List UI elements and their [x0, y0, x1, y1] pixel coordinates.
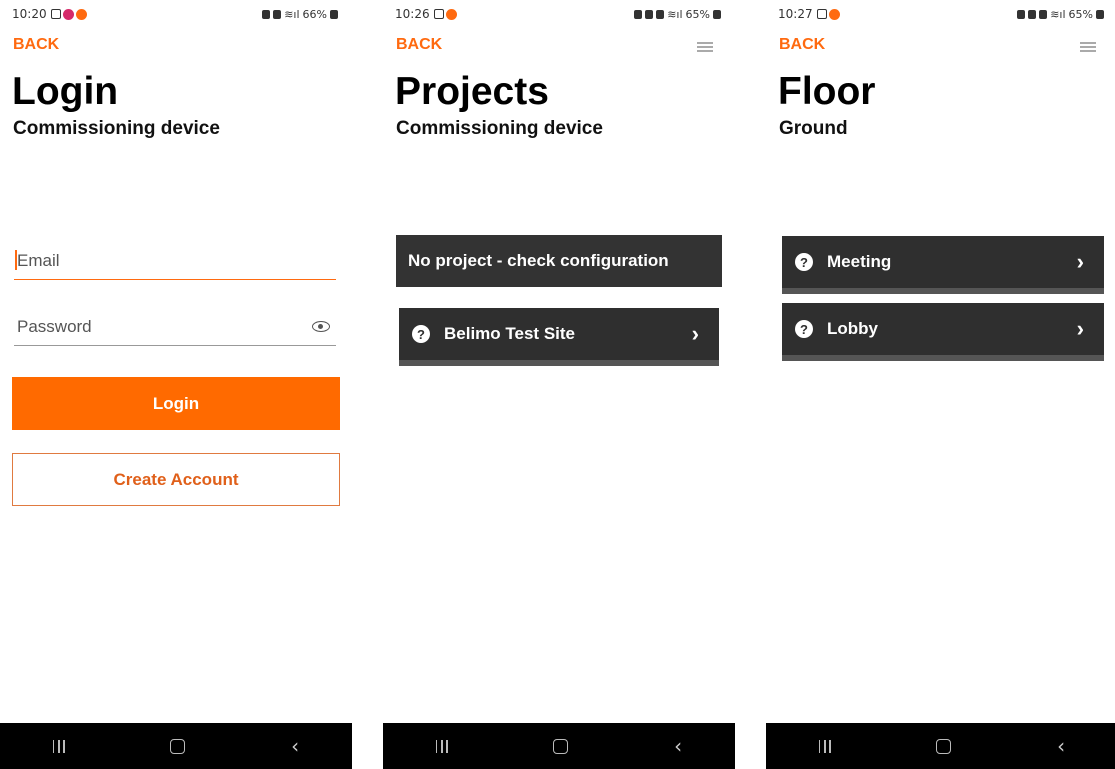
- password-field[interactable]: [14, 313, 297, 341]
- back-icon[interactable]: ‹: [1057, 736, 1065, 756]
- chevron-right-icon: ›: [1076, 249, 1084, 274]
- alarm-icon: [634, 9, 643, 19]
- battery-icon: [330, 9, 338, 19]
- mute-icon: [273, 9, 282, 19]
- app-notification-icon: [445, 8, 457, 20]
- page-subtitle: Ground: [779, 118, 848, 139]
- system-nav-bar: ‹: [766, 723, 1115, 769]
- list-item-label: Lobby: [827, 319, 878, 338]
- question-icon: ?: [795, 320, 813, 338]
- menu-icon[interactable]: [1080, 42, 1096, 52]
- back-button[interactable]: BACK: [779, 36, 825, 54]
- chevron-right-icon: ›: [691, 321, 699, 346]
- location-icon: [1039, 9, 1048, 19]
- back-button[interactable]: BACK: [396, 36, 442, 54]
- app-notification-icon: [75, 8, 87, 20]
- page-title: Projects: [395, 70, 549, 113]
- location-icon: [656, 9, 665, 19]
- wifi-signal-icon: ≋ıl: [1050, 7, 1066, 21]
- show-password-icon[interactable]: [312, 321, 330, 332]
- battery-icon: [1096, 9, 1104, 19]
- list-item-label: Belimo Test Site: [444, 324, 575, 343]
- status-bar: 10:27 ≋ıl 65%: [778, 6, 1104, 22]
- status-bar: 10:20 ≋ıl 66%: [12, 6, 338, 22]
- list-item-project[interactable]: ? Belimo Test Site ›: [399, 308, 719, 366]
- floor-screen: 10:27 ≋ıl 65% BACK Floor Ground ? Meetin…: [766, 0, 1115, 769]
- battery-level: 65%: [685, 7, 710, 21]
- question-icon: ?: [412, 325, 430, 343]
- wifi-signal-icon: ≋ıl: [284, 7, 300, 21]
- battery-level: 66%: [302, 7, 327, 21]
- login-button[interactable]: Login: [12, 377, 340, 430]
- gallery-icon: [50, 9, 61, 19]
- gallery-icon: [816, 9, 827, 19]
- back-icon[interactable]: ‹: [291, 736, 299, 756]
- menu-icon[interactable]: [697, 42, 713, 52]
- question-icon: ?: [795, 253, 813, 271]
- recent-apps-icon[interactable]: [52, 740, 65, 753]
- mute-icon: [1028, 9, 1037, 19]
- home-icon[interactable]: [553, 738, 569, 754]
- email-field-wrapper: [14, 247, 336, 280]
- status-bar: 10:26 ≋ıl 65%: [395, 6, 721, 22]
- page-title: Login: [12, 70, 119, 113]
- gallery-icon: [433, 9, 444, 19]
- back-icon[interactable]: ‹: [674, 736, 682, 756]
- app-notification-icon: [62, 8, 74, 20]
- email-field[interactable]: [14, 247, 297, 275]
- list-item-room[interactable]: ? Lobby ›: [782, 303, 1104, 361]
- list-item-room[interactable]: ? Meeting ›: [782, 236, 1104, 294]
- recent-apps-icon[interactable]: [818, 740, 831, 753]
- create-account-button[interactable]: Create Account: [12, 453, 340, 506]
- page-subtitle: Commissioning device: [13, 118, 220, 139]
- page-subtitle: Commissioning device: [396, 118, 603, 139]
- list-item-label: Meeting: [827, 252, 892, 271]
- app-notification-icon: [828, 8, 840, 20]
- page-title: Floor: [778, 70, 876, 113]
- login-screen: 10:20 ≋ıl 66% BACK Login Commissioning d…: [0, 0, 352, 769]
- system-nav-bar: ‹: [0, 723, 352, 769]
- home-icon[interactable]: [170, 738, 186, 754]
- alarm-icon: [1017, 9, 1026, 19]
- battery-icon: [713, 9, 721, 19]
- no-project-banner: No project - check configuration: [396, 235, 722, 287]
- chevron-right-icon: ›: [1076, 316, 1084, 341]
- status-time: 10:27: [778, 7, 813, 21]
- battery-level: 65%: [1068, 7, 1093, 21]
- status-time: 10:26: [395, 7, 430, 21]
- home-icon[interactable]: [936, 738, 952, 754]
- recent-apps-icon[interactable]: [435, 740, 448, 753]
- mute-icon: [645, 9, 654, 19]
- password-field-wrapper: [14, 313, 336, 346]
- back-button[interactable]: BACK: [13, 36, 59, 54]
- system-nav-bar: ‹: [383, 723, 735, 769]
- wifi-signal-icon: ≋ıl: [667, 7, 683, 21]
- alarm-icon: [262, 9, 271, 19]
- projects-screen: 10:26 ≋ıl 65% BACK Projects Commissionin…: [383, 0, 735, 769]
- status-time: 10:20: [12, 7, 47, 21]
